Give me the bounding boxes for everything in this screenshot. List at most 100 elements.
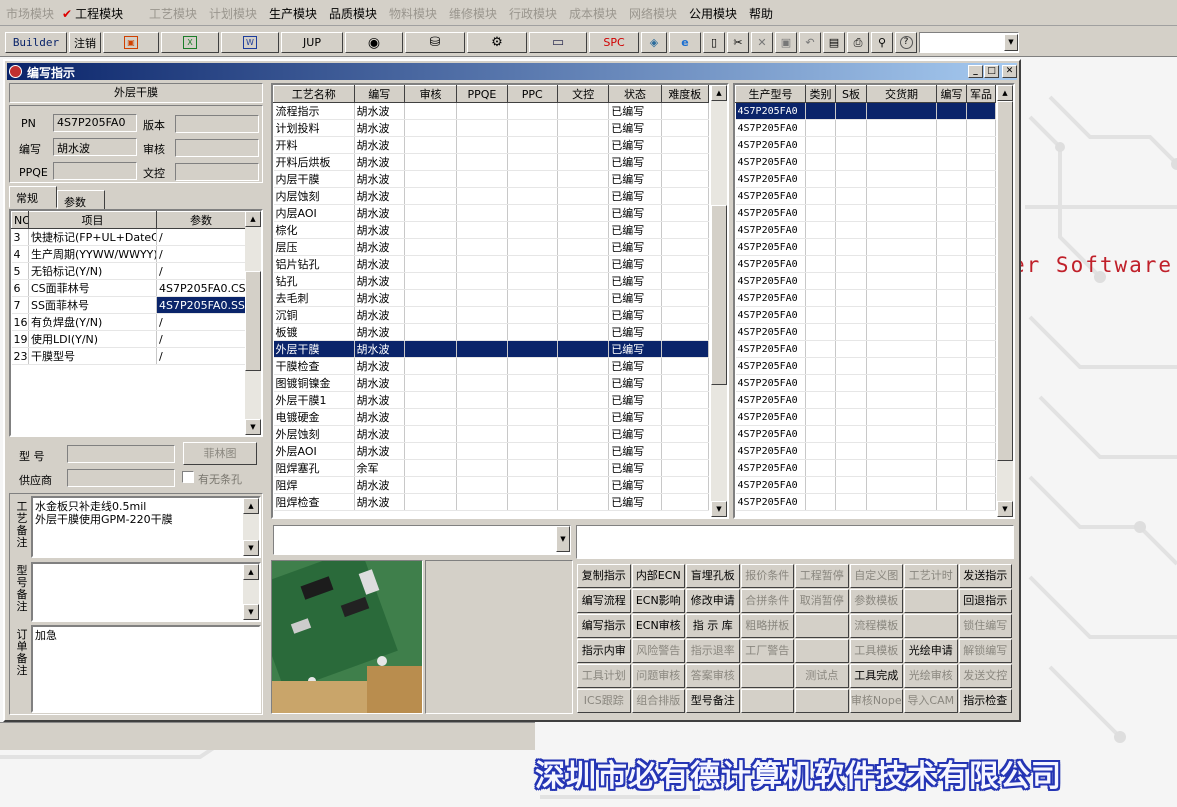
- process-cell[interactable]: [507, 187, 558, 205]
- process-cell[interactable]: [404, 425, 458, 443]
- process-cell[interactable]: [404, 102, 458, 120]
- model-cell[interactable]: [966, 119, 996, 137]
- process-cell[interactable]: [507, 391, 558, 409]
- model-cell[interactable]: 4S7P205FA0: [735, 153, 806, 171]
- model-cell[interactable]: [835, 357, 867, 375]
- function-button[interactable]: 导入CAM: [904, 689, 958, 713]
- model-cell[interactable]: [936, 153, 967, 171]
- process-cell[interactable]: 铝片钻孔: [273, 255, 355, 273]
- model-cell[interactable]: [936, 391, 967, 409]
- process-cell[interactable]: [456, 136, 508, 154]
- process-row[interactable]: 内层干膜 胡水波 已编写: [273, 170, 710, 188]
- model-cell[interactable]: [835, 170, 867, 188]
- menu-item-material[interactable]: 物料模块: [389, 5, 437, 22]
- model-cell[interactable]: [866, 357, 937, 375]
- process-col-header[interactable]: PPQE: [456, 85, 508, 103]
- model-cell[interactable]: 4S7P205FA0: [735, 357, 806, 375]
- function-button[interactable]: 报价条件: [740, 564, 794, 588]
- model-row[interactable]: 4S7P205FA0: [735, 476, 996, 494]
- model-row[interactable]: 4S7P205FA0: [735, 255, 996, 273]
- process-cell[interactable]: [456, 170, 508, 188]
- param-value-cell[interactable]: /: [156, 330, 246, 348]
- process-cell[interactable]: 外层AOI: [273, 442, 355, 460]
- model-cell[interactable]: [805, 221, 836, 239]
- function-button[interactable]: 光绘审核: [904, 664, 958, 688]
- param-row[interactable]: 23 干膜型号 /: [11, 347, 246, 365]
- param-item-cell[interactable]: 干膜型号: [28, 347, 157, 365]
- process-cell[interactable]: [404, 306, 458, 324]
- process-cell[interactable]: [456, 425, 508, 443]
- process-cell[interactable]: [507, 493, 558, 511]
- model-cell[interactable]: [936, 357, 967, 375]
- menu-item-network[interactable]: 网络模块: [629, 5, 677, 22]
- pn-field[interactable]: 4S7P205FA0: [53, 114, 137, 132]
- model-cell[interactable]: [835, 425, 867, 443]
- process-cell[interactable]: 开料后烘板: [273, 153, 355, 171]
- model-cell[interactable]: 4S7P205FA0: [735, 119, 806, 137]
- process-cell[interactable]: [661, 442, 710, 460]
- model-cell[interactable]: [936, 459, 967, 477]
- process-cell[interactable]: [507, 357, 558, 375]
- process-cell[interactable]: 已编写: [608, 255, 662, 273]
- param-value-cell[interactable]: /: [156, 262, 246, 280]
- model-cell[interactable]: [805, 204, 836, 222]
- process-cell[interactable]: 胡水波: [354, 221, 405, 239]
- function-button[interactable]: 流程模板: [849, 614, 903, 638]
- process-cell[interactable]: [557, 306, 610, 324]
- process-cell[interactable]: 已编写: [608, 170, 662, 188]
- process-cell[interactable]: 余军: [354, 459, 405, 477]
- process-cell[interactable]: 图镀铜镍金: [273, 374, 355, 392]
- process-cell[interactable]: 计划投料: [273, 119, 355, 137]
- model-cell[interactable]: [835, 272, 867, 290]
- process-cell[interactable]: 胡水波: [354, 425, 405, 443]
- process-cell[interactable]: 胡水波: [354, 187, 405, 205]
- model-cell[interactable]: [835, 204, 867, 222]
- process-cell[interactable]: 已编写: [608, 238, 662, 256]
- model-cell[interactable]: 4S7P205FA0: [735, 476, 806, 494]
- process-cell[interactable]: [557, 136, 610, 154]
- process-cell[interactable]: [404, 391, 458, 409]
- process-cell[interactable]: 胡水波: [354, 442, 405, 460]
- undo-button[interactable]: ↶: [799, 32, 821, 53]
- function-button[interactable]: 问题审核: [631, 664, 685, 688]
- model-cell[interactable]: [866, 306, 937, 324]
- param-no-cell[interactable]: 6: [11, 279, 29, 297]
- process-cell[interactable]: [557, 357, 610, 375]
- process-cell[interactable]: 已编写: [608, 306, 662, 324]
- computer-button[interactable]: ▭: [529, 32, 587, 53]
- process-cell[interactable]: [456, 442, 508, 460]
- process-row[interactable]: 图镀铜镍金 胡水波 已编写: [273, 374, 710, 392]
- model-cell[interactable]: 4S7P205FA0: [735, 221, 806, 239]
- model-cell[interactable]: [966, 102, 996, 120]
- model-row[interactable]: 4S7P205FA0: [735, 374, 996, 392]
- process-cell[interactable]: 钻孔: [273, 272, 355, 290]
- doc-control-field[interactable]: [175, 163, 259, 181]
- process-cell[interactable]: [661, 187, 710, 205]
- process-cell[interactable]: [404, 408, 458, 426]
- param-no-cell[interactable]: 16: [11, 313, 29, 331]
- process-cell[interactable]: 已编写: [608, 289, 662, 307]
- process-row[interactable]: 钻孔 胡水波 已编写: [273, 272, 710, 290]
- function-button[interactable]: [740, 664, 794, 688]
- model-cell[interactable]: [835, 306, 867, 324]
- function-button[interactable]: [795, 639, 849, 663]
- process-cell[interactable]: 已编写: [608, 153, 662, 171]
- function-button[interactable]: 编写流程: [577, 589, 631, 613]
- process-cell[interactable]: [456, 391, 508, 409]
- process-cell[interactable]: [661, 238, 710, 256]
- model-cell[interactable]: [835, 391, 867, 409]
- process-cell[interactable]: 已编写: [608, 136, 662, 154]
- model-col-header[interactable]: S板: [835, 85, 867, 103]
- model-cell[interactable]: [966, 425, 996, 443]
- database-button[interactable]: ⛁: [405, 32, 465, 53]
- minimize-button[interactable]: _: [968, 65, 983, 78]
- model-row[interactable]: 4S7P205FA0: [735, 357, 996, 375]
- process-cell[interactable]: 胡水波: [354, 323, 405, 341]
- model-cell[interactable]: 4S7P205FA0: [735, 306, 806, 324]
- process-cell[interactable]: 胡水波: [354, 255, 405, 273]
- process-cell[interactable]: [404, 119, 458, 137]
- model-cell[interactable]: [966, 170, 996, 188]
- process-cell[interactable]: 已编写: [608, 442, 662, 460]
- process-cell[interactable]: [661, 425, 710, 443]
- process-cell[interactable]: 已编写: [608, 476, 662, 494]
